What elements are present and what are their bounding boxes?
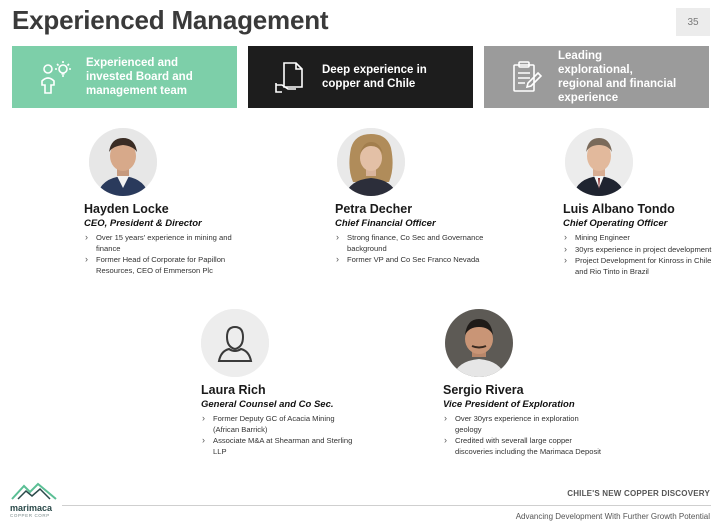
page-number: 35 [676,8,710,36]
person-name: Laura Rich [201,383,266,397]
person-role: Vice President of Exploration [443,399,575,410]
mountain-logo-icon [11,482,57,500]
list-item: Strong finance, Co Sec and Governance ba… [335,232,485,254]
list-item: Over 30yrs experience in exploration geo… [443,413,603,435]
document-hand-icon [270,57,310,97]
banner-exploration-experience: Leading explorational, regional and fina… [484,46,709,108]
banner-label: Experienced and invested Board and manag… [86,57,193,97]
footer-tagline: CHILE'S NEW COPPER DISCOVERY [567,489,710,498]
person-role: General Counsel and Co Sec. [201,399,334,410]
person-role: Chief Financial Officer [335,218,436,229]
list-item: Mining Engineer [563,232,718,244]
list-item: 30yrs experience in project development [563,244,718,256]
list-item: Credited with severall large copper disc… [443,435,603,457]
avatar-placeholder [201,309,269,377]
person-bullets: Over 15 years' experience in mining and … [84,232,244,276]
avatar [445,309,513,377]
list-item: Associate M&A at Shearman and Sterling L… [201,435,361,457]
person-bullets: Over 30yrs experience in exploration geo… [443,413,603,457]
logo-subtext: COPPER CORP [10,513,50,518]
company-logo: marimaca COPPER CORP [10,482,60,518]
page-title: Experienced Management [12,5,329,35]
banner-experienced-team: Experienced and invested Board and manag… [12,46,237,108]
person-role: CEO, President & Director [84,218,202,229]
person-card-hayden-locke: Hayden Locke CEO, President & Director O… [84,128,244,277]
list-item: Former Head of Corporate for Papillon Re… [84,254,244,276]
person-name: Hayden Locke [84,202,169,216]
banner-label: Leading explorational, regional and fina… [558,50,677,104]
person-card-laura-rich: Laura Rich General Counsel and Co Sec. F… [201,309,361,458]
banner-copper-chile: Deep experience in copper and Chile [248,46,473,108]
person-name: Luis Albano Tondo [563,202,675,216]
avatar [337,128,405,196]
clipboard-pen-icon [506,57,546,97]
person-bullets: Strong finance, Co Sec and Governance ba… [335,232,485,266]
list-item: Over 15 years' experience in mining and … [84,232,244,254]
person-name: Petra Decher [335,202,413,216]
person-idea-icon [34,57,74,97]
person-card-petra-decher: Petra Decher Chief Financial Officer Str… [335,128,485,267]
logo-text: marimaca [10,503,53,513]
person-card-sergio-rivera: Sergio Rivera Vice President of Explorat… [443,309,603,458]
banner-label: Deep experience in copper and Chile [322,64,427,90]
avatar [89,128,157,196]
person-card-luis-albano-tondo: Luis Albano Tondo Chief Operating Office… [563,128,718,278]
person-name: Sergio Rivera [443,383,524,397]
person-bullets: Mining Engineer 30yrs experience in proj… [563,232,718,277]
list-item: Former Deputy GC of Acacia Mining (Afric… [201,413,361,435]
person-bullets: Former Deputy GC of Acacia Mining (Afric… [201,413,361,457]
footer-divider [62,505,711,506]
list-item: Former VP and Co Sec Franco Nevada [335,254,485,266]
avatar [565,128,633,196]
footer-subtitle: Advancing Development With Further Growt… [515,512,710,521]
list-item: Project Development for Kinross in Chile… [563,255,718,277]
person-role: Chief Operating Officer [563,218,668,229]
